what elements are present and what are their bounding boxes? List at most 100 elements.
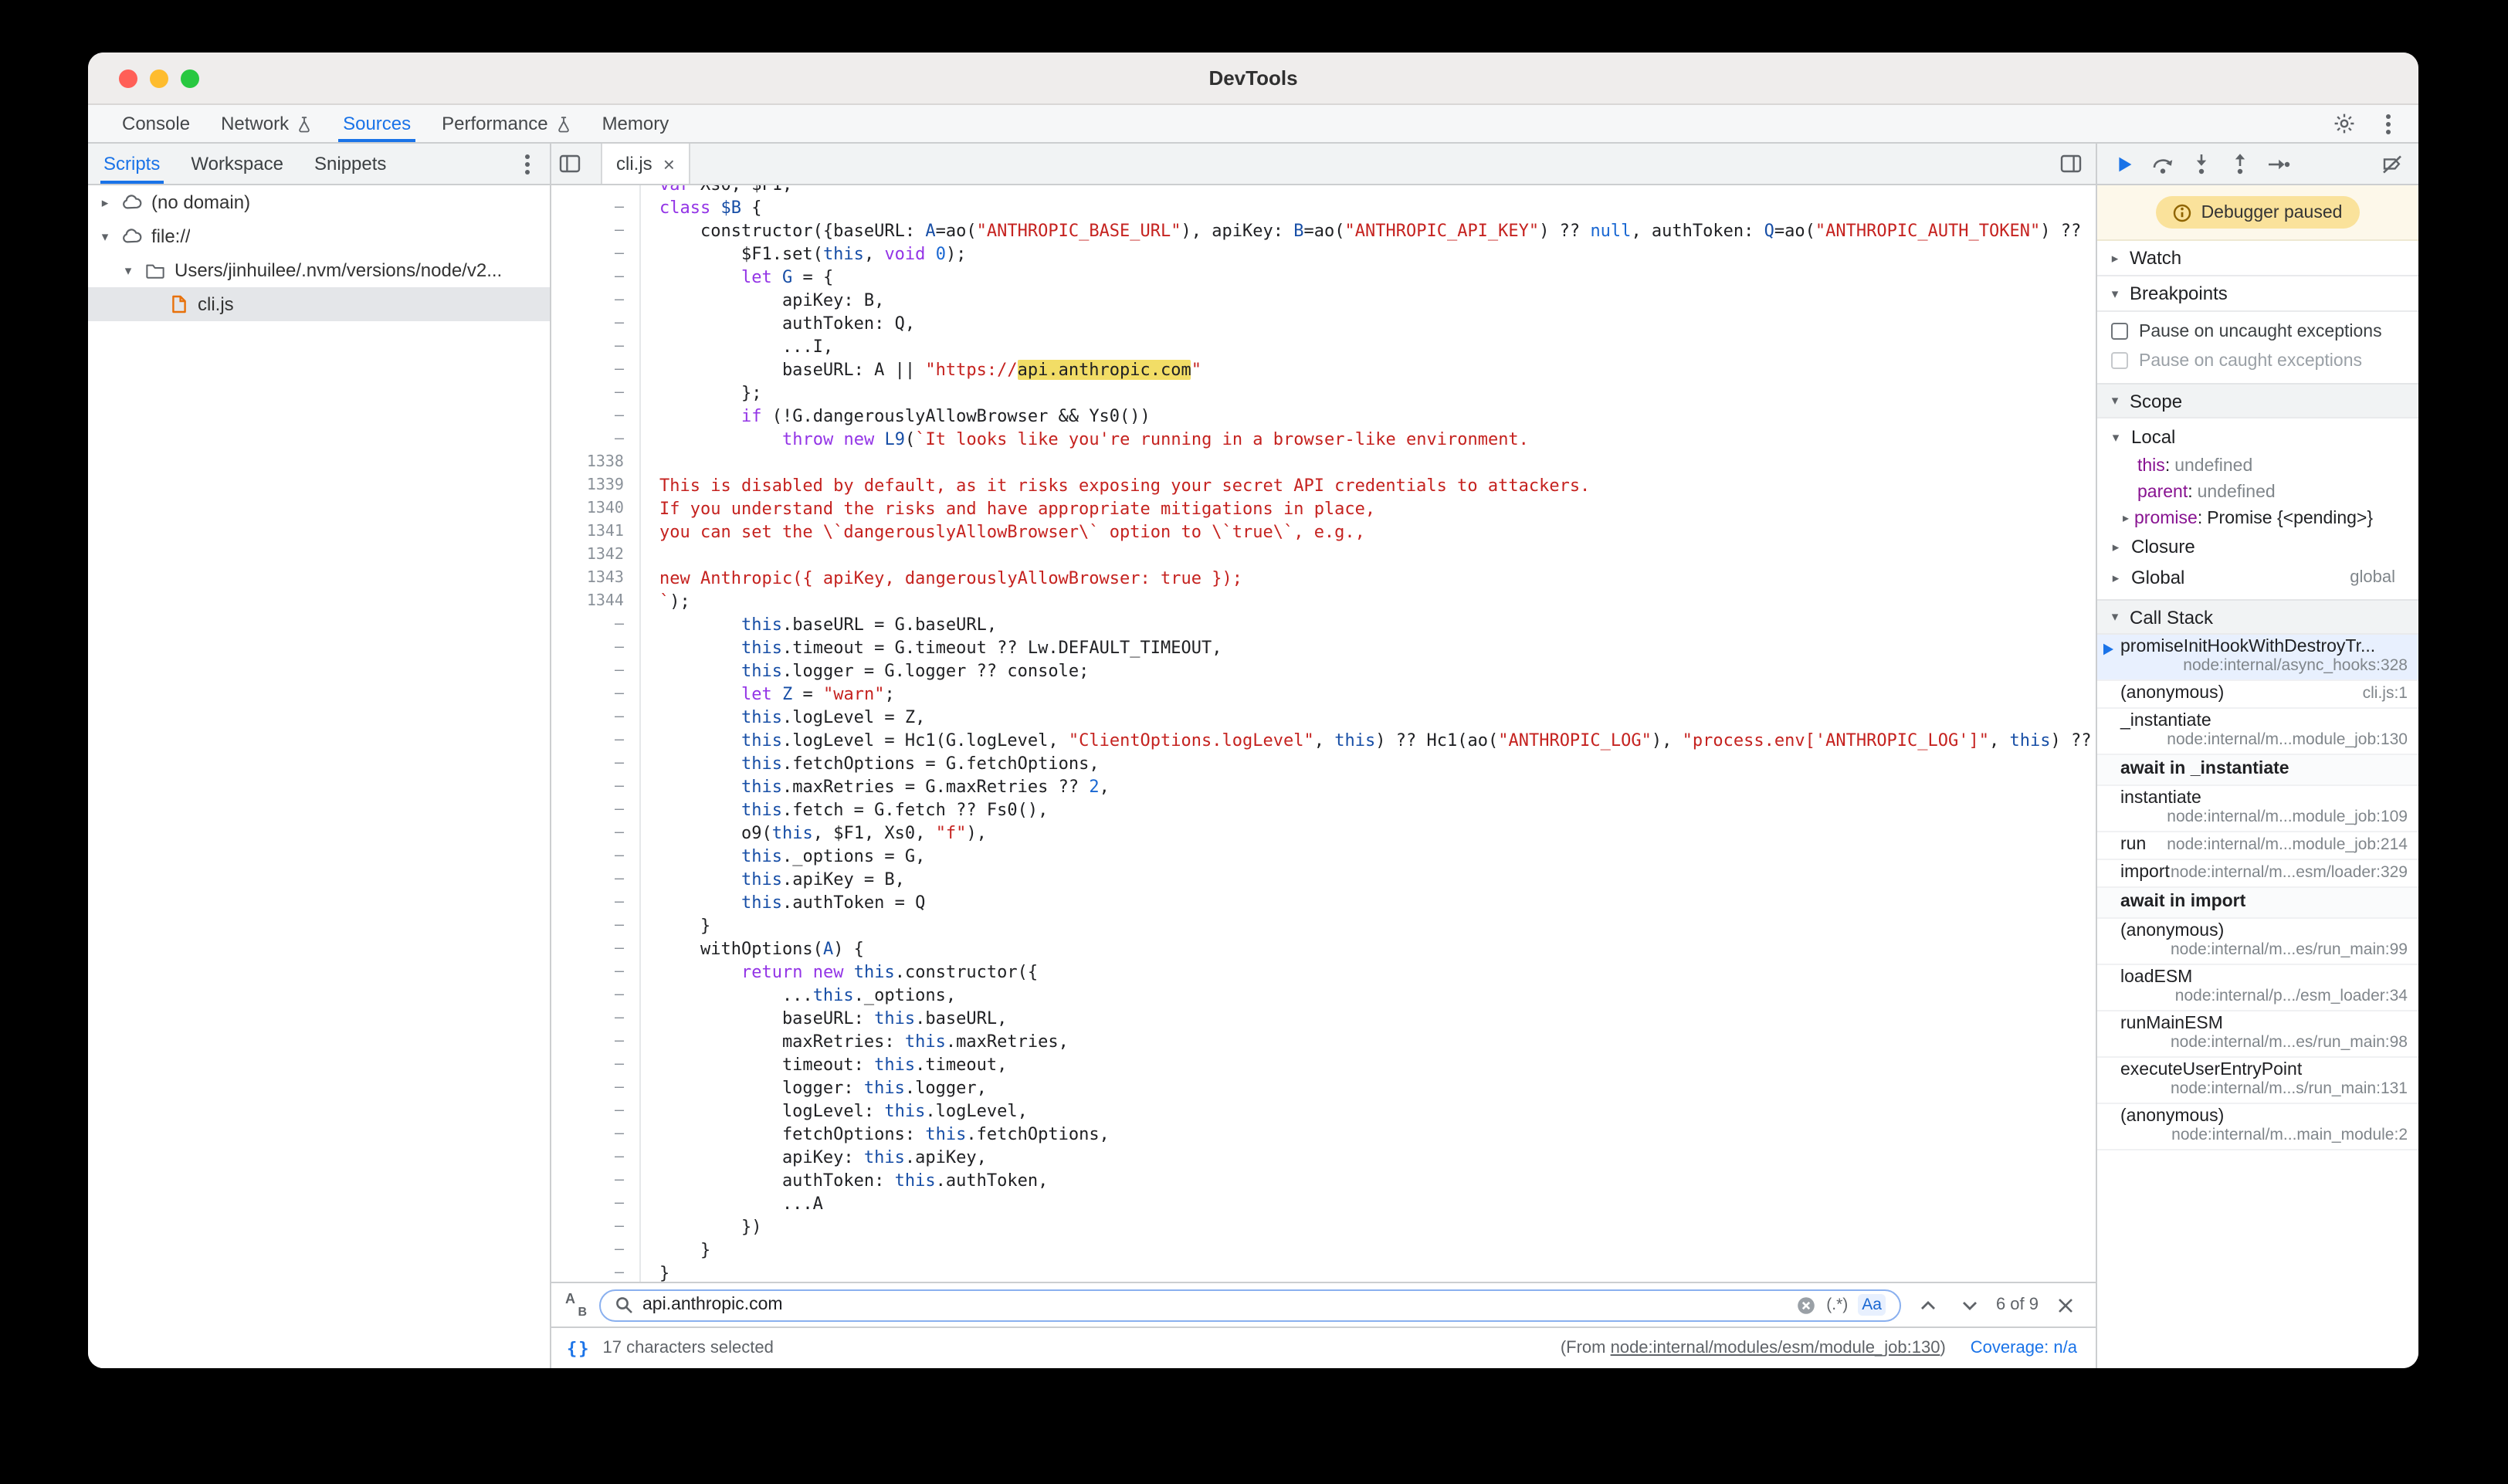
code-line[interactable]: – this.baseURL = G.baseURL, <box>551 613 2096 636</box>
code-line[interactable]: – timeout: this.timeout, <box>551 1053 2096 1076</box>
find-previous-icon[interactable] <box>1913 1289 1944 1320</box>
checkbox[interactable] <box>2111 323 2128 340</box>
call-stack-frame[interactable]: (anonymous)node:internal/m...main_module… <box>2097 1104 2418 1150</box>
step-into-icon[interactable] <box>2185 148 2216 179</box>
line-gutter[interactable]: – <box>551 358 639 381</box>
scope-variable-promise[interactable]: ▸promise: Promise {<pending>} <box>2097 505 2418 531</box>
line-gutter[interactable]: – <box>551 1262 639 1282</box>
replace-toggle-icon[interactable]: AB <box>564 1293 588 1317</box>
sidebar-tab-snippets[interactable]: Snippets <box>299 144 402 184</box>
line-gutter[interactable]: – <box>551 335 639 358</box>
line-gutter[interactable]: – <box>551 961 639 984</box>
code-line[interactable]: – this._options = G, <box>551 845 2096 868</box>
line-gutter[interactable]: 1344 <box>551 590 639 613</box>
scope-section-closure[interactable]: ▸Closure <box>2097 531 2418 562</box>
main-tab-sources[interactable]: Sources <box>327 105 426 142</box>
code-line[interactable]: 1341you can set the \`dangerouslyAllowBr… <box>551 520 2096 544</box>
code-line[interactable]: – let G = { <box>551 266 2096 289</box>
call-stack-frame[interactable]: _instantiatenode:internal/m...module_job… <box>2097 709 2418 755</box>
line-gutter[interactable]: – <box>551 405 639 428</box>
line-gutter[interactable]: – <box>551 196 639 219</box>
line-gutter[interactable]: – <box>551 1030 639 1053</box>
code-line[interactable]: – o9(this, $F1, Xs0, "f"), <box>551 822 2096 845</box>
zoom-window-button[interactable] <box>181 69 199 87</box>
line-gutter[interactable]: – <box>551 984 639 1007</box>
code-line[interactable]: – let Z = "warn"; <box>551 683 2096 706</box>
line-gutter[interactable]: – <box>551 312 639 335</box>
code-line[interactable]: – }; <box>551 381 2096 405</box>
step-icon[interactable] <box>2262 148 2293 179</box>
resume-script-icon[interactable] <box>2108 148 2139 179</box>
pretty-print-icon[interactable]: {} <box>567 1338 591 1358</box>
coverage-link[interactable]: Coverage: n/a <box>1971 1339 2077 1357</box>
expand-arrow-icon[interactable]: ▸ <box>2108 538 2123 555</box>
code-line[interactable]: – fetchOptions: this.fetchOptions, <box>551 1123 2096 1146</box>
line-gutter[interactable]: – <box>551 775 639 798</box>
line-gutter[interactable]: – <box>551 1169 639 1192</box>
code-line[interactable]: – this.fetchOptions = G.fetchOptions, <box>551 752 2096 775</box>
code-line[interactable]: 1342 <box>551 544 2096 567</box>
line-gutter[interactable]: – <box>551 1076 639 1099</box>
code-line[interactable]: – this.maxRetries = G.maxRetries ?? 2, <box>551 775 2096 798</box>
line-gutter[interactable]: – <box>551 822 639 845</box>
sidebar-tab-scripts[interactable]: Scripts <box>88 144 175 184</box>
scope-section-global[interactable]: ▸Globalglobal <box>2097 562 2418 593</box>
navigator-toggle-icon[interactable] <box>554 148 585 179</box>
code-line[interactable]: – maxRetries: this.maxRetries, <box>551 1030 2096 1053</box>
call-stack-frame[interactable]: promiseInitHookWithDestroyTr...node:inte… <box>2097 635 2418 681</box>
step-out-icon[interactable] <box>2224 148 2255 179</box>
tree-item-no-domain[interactable]: ▸(no domain) <box>88 185 550 219</box>
code-line[interactable]: – this.logLevel = Z, <box>551 706 2096 729</box>
line-gutter[interactable]: – <box>551 1146 639 1169</box>
line-gutter[interactable]: – <box>551 381 639 405</box>
tab-close-icon[interactable]: × <box>663 154 675 174</box>
expand-arrow-icon[interactable]: ▸ <box>2108 569 2123 586</box>
code-line[interactable]: – ...I, <box>551 335 2096 358</box>
code-line[interactable]: – baseURL: this.baseURL, <box>551 1007 2096 1030</box>
code-line[interactable]: –var Xs0, $F1, <box>551 185 2096 196</box>
code-line[interactable]: – baseURL: A || "https://api.anthropic.c… <box>551 358 2096 381</box>
debugger-panel-toggle-icon[interactable] <box>2056 148 2086 179</box>
editor-tab-cli-js[interactable]: cli.js × <box>601 144 690 184</box>
line-gutter[interactable]: – <box>551 868 639 891</box>
main-tab-performance[interactable]: Performance <box>426 105 586 142</box>
main-tab-console[interactable]: Console <box>107 105 205 142</box>
breakpoint-option-pause-on-caught-exceptions[interactable]: Pause on caught exceptions <box>2097 346 2418 375</box>
breakpoint-option-pause-on-uncaught-exceptions[interactable]: Pause on uncaught exceptions <box>2097 317 2418 346</box>
code-line[interactable]: – this.apiKey = B, <box>551 868 2096 891</box>
code-line[interactable]: – } <box>551 1238 2096 1262</box>
deactivate-breakpoints-icon[interactable] <box>2377 148 2408 179</box>
code-line[interactable]: – authToken: this.authToken, <box>551 1169 2096 1192</box>
line-gutter[interactable]: – <box>551 914 639 937</box>
code-line[interactable]: 1339This is disabled by default, as it r… <box>551 474 2096 497</box>
line-gutter[interactable]: – <box>551 752 639 775</box>
tree-item-file[interactable]: ▾file:// <box>88 219 550 253</box>
breakpoints-section-header[interactable]: ▾ Breakpoints <box>2097 276 2418 312</box>
search-input[interactable] <box>642 1296 1784 1314</box>
line-gutter[interactable]: – <box>551 891 639 914</box>
code-line[interactable]: – authToken: Q, <box>551 312 2096 335</box>
call-stack-frame[interactable]: executeUserEntryPointnode:internal/m...s… <box>2097 1058 2418 1104</box>
line-gutter[interactable]: 1339 <box>551 474 639 497</box>
minimize-window-button[interactable] <box>150 69 168 87</box>
code-line[interactable]: –class $B { <box>551 196 2096 219</box>
line-gutter[interactable]: – <box>551 798 639 822</box>
expand-arrow-icon[interactable]: ▾ <box>120 262 136 279</box>
line-gutter[interactable]: 1341 <box>551 520 639 544</box>
code-line[interactable]: 1343new Anthropic({ apiKey, dangerouslyA… <box>551 567 2096 590</box>
code-line[interactable]: – $F1.set(this, void 0); <box>551 242 2096 266</box>
expand-arrow-icon[interactable]: ▸ <box>2117 511 2134 525</box>
line-gutter[interactable]: – <box>551 242 639 266</box>
line-gutter[interactable]: – <box>551 706 639 729</box>
call-stack-frame[interactable]: importnode:internal/m...esm/loader:329 <box>2097 860 2418 888</box>
regex-toggle[interactable]: (.*) <box>1826 1296 1848 1314</box>
code-line[interactable]: 1340If you understand the risks and have… <box>551 497 2096 520</box>
line-gutter[interactable]: – <box>551 683 639 706</box>
line-gutter[interactable]: – <box>551 428 639 451</box>
code-line[interactable]: – if (!G.dangerouslyAllowBrowser && Ys0(… <box>551 405 2096 428</box>
expand-arrow-icon[interactable]: ▸ <box>97 194 113 211</box>
line-gutter[interactable]: – <box>551 1238 639 1262</box>
code-line[interactable]: – return new this.constructor({ <box>551 961 2096 984</box>
code-line[interactable]: – throw new L9(`It looks like you're run… <box>551 428 2096 451</box>
call-stack-frame[interactable]: runMainESMnode:internal/m...es/run_main:… <box>2097 1011 2418 1058</box>
